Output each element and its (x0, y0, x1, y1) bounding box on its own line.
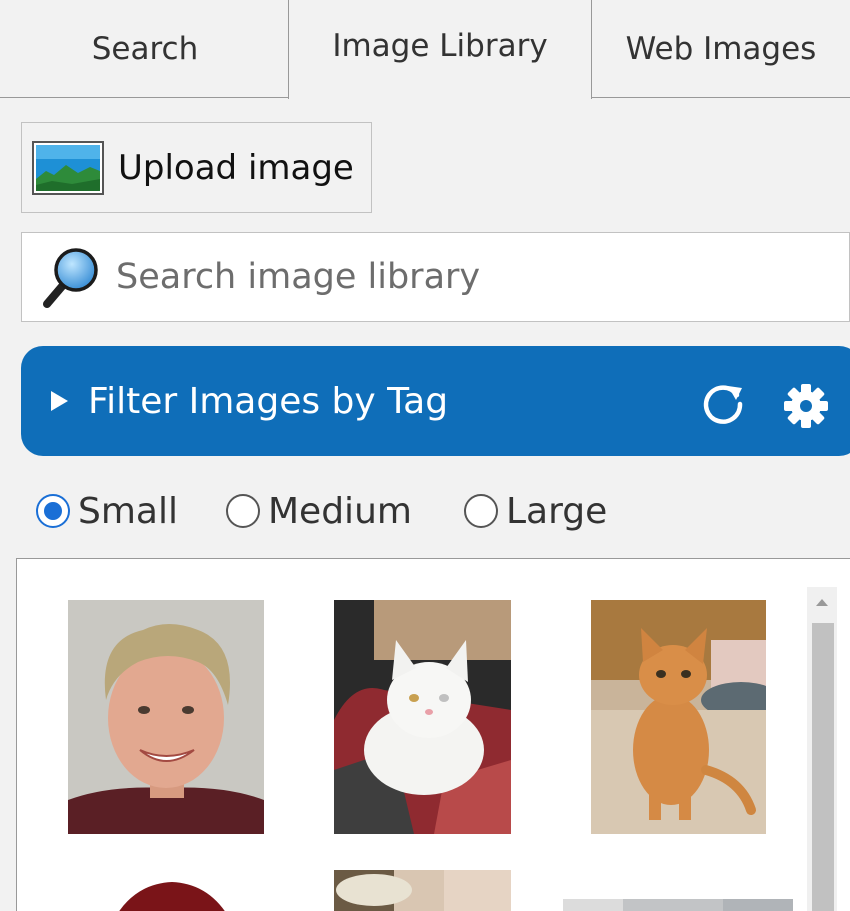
landscape-image-icon (32, 140, 104, 195)
refresh-icon[interactable] (701, 382, 745, 426)
upload-image-label: Upload image (118, 147, 354, 188)
search-box (21, 232, 850, 322)
image-gallery (16, 558, 850, 911)
scrollbar-thumb[interactable] (812, 623, 834, 911)
size-radio-medium[interactable]: Medium (226, 486, 412, 536)
gallery-scrollbar[interactable] (807, 587, 837, 911)
radio-circle (464, 494, 498, 528)
image-thumbnail[interactable] (68, 600, 264, 834)
image-thumbnail[interactable] (87, 874, 257, 911)
radio-circle (226, 494, 260, 528)
tab-search[interactable]: Search (0, 0, 290, 98)
size-label-small: Small (78, 490, 178, 532)
scroll-up-button[interactable] (807, 587, 837, 617)
size-label-large: Large (506, 490, 608, 532)
filter-title: Filter Images by Tag (88, 380, 449, 422)
size-radio-large[interactable]: Large (464, 486, 607, 536)
magnifier-icon (43, 248, 98, 308)
tab-image-library[interactable]: Image Library (288, 0, 592, 99)
image-thumbnail[interactable] (334, 600, 511, 834)
image-thumbnail[interactable] (563, 899, 793, 911)
chevron-up-icon (816, 598, 828, 606)
size-radio-small[interactable]: Small (36, 486, 178, 536)
gear-icon[interactable] (783, 383, 829, 429)
image-thumbnail[interactable] (591, 600, 766, 834)
tab-bar: Search Image Library Web Images (0, 0, 850, 99)
size-label-medium: Medium (268, 490, 412, 532)
radio-circle (36, 494, 70, 528)
filter-images-by-tag-header[interactable]: Filter Images by Tag (21, 346, 850, 456)
tab-web-images[interactable]: Web Images (592, 0, 850, 98)
upload-image-button[interactable]: Upload image (21, 122, 372, 213)
disclosure-triangle-icon (51, 391, 68, 411)
image-thumbnail[interactable] (334, 870, 511, 911)
search-input[interactable] (116, 257, 816, 297)
